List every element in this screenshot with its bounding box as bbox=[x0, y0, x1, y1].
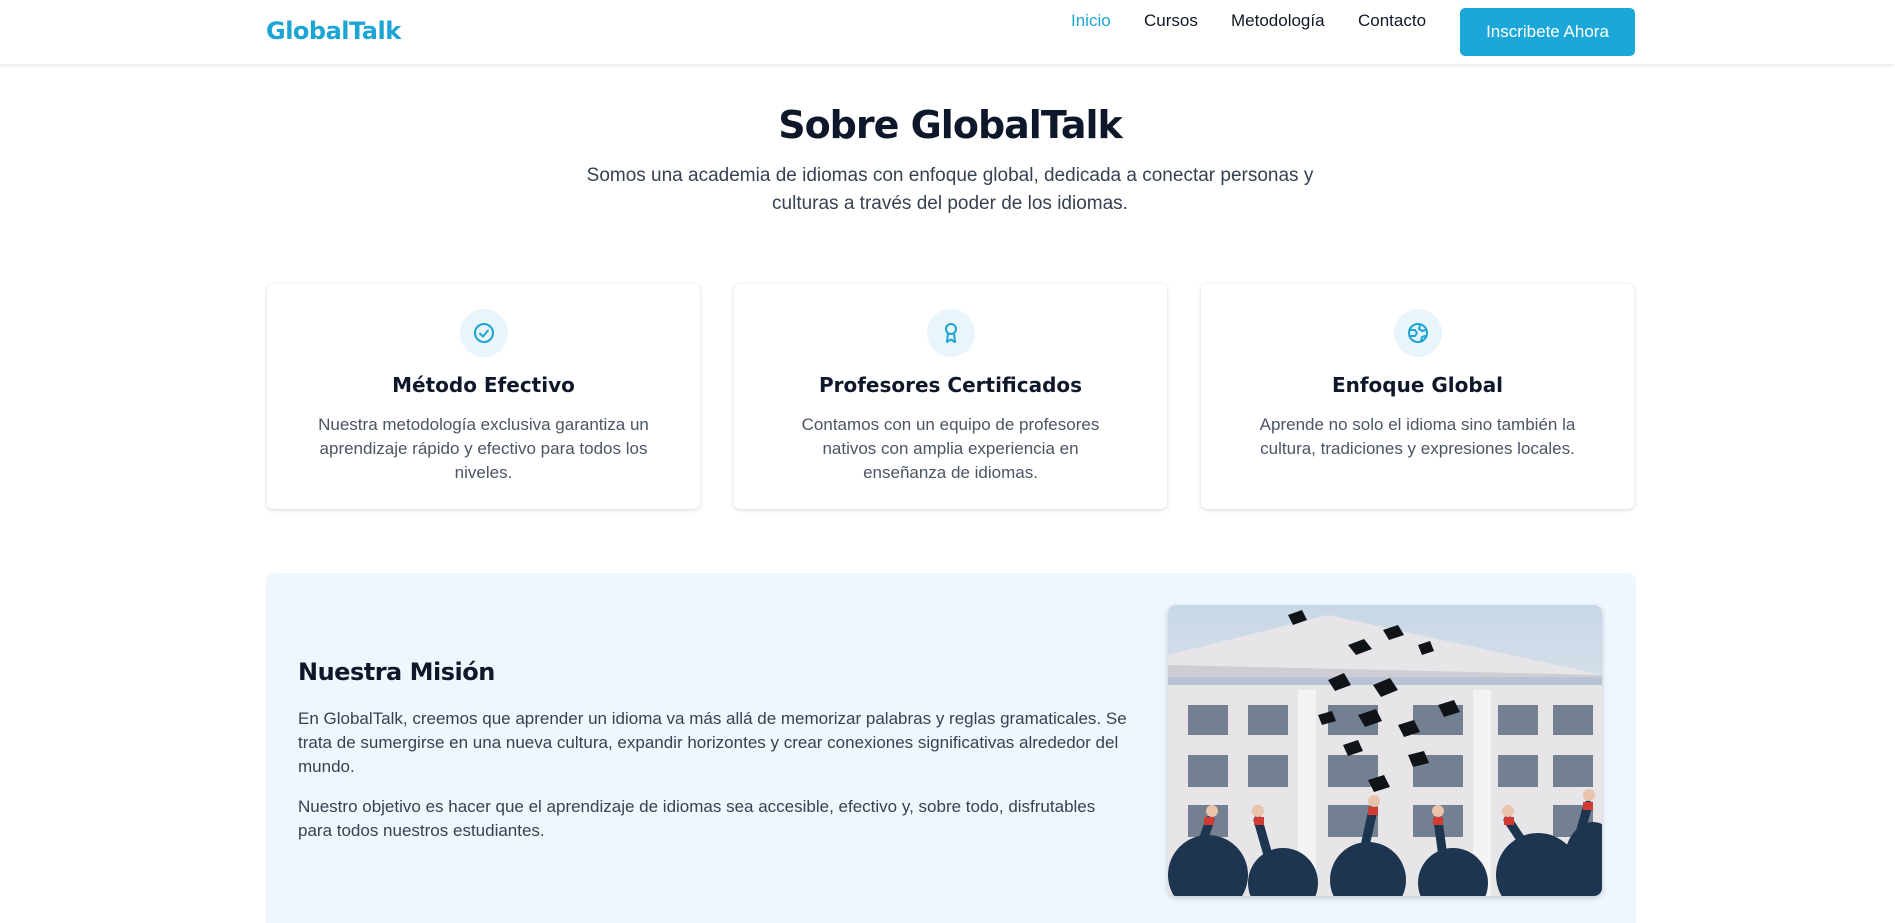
feature-text: Aprende no solo el idioma sino también l… bbox=[1259, 415, 1576, 458]
section-title: Sobre GlobalTalk bbox=[778, 103, 1123, 147]
globe-icon bbox=[1393, 309, 1442, 357]
nav-link-contacto[interactable]: Contacto bbox=[1358, 11, 1426, 31]
feature-card-enfoque: Enfoque Global Aprende no solo el idioma… bbox=[1201, 284, 1634, 509]
feature-title: Método Efectivo bbox=[392, 373, 575, 397]
mission-section: Nuestra Misión En GlobalTalk, creemos qu… bbox=[266, 573, 1636, 923]
graduation-photo bbox=[1168, 605, 1602, 896]
mission-paragraph: En GlobalTalk, creemos que aprender un i… bbox=[298, 709, 1127, 776]
feature-text: Nuestra metodología exclusiva garantiza … bbox=[318, 415, 649, 482]
check-circle-icon bbox=[459, 309, 508, 357]
feature-text: Contamos con un equipo de profesores nat… bbox=[801, 415, 1100, 482]
feature-card-profesores: Profesores Certificados Contamos con un … bbox=[734, 284, 1167, 509]
logo[interactable]: GlobalTalk bbox=[266, 17, 401, 45]
mission-paragraph: Nuestro objetivo es hacer que el aprendi… bbox=[298, 797, 1096, 840]
site-header: GlobalTalk Inicio Cursos Metodología Con… bbox=[0, 0, 1895, 64]
feature-card-metodo: Método Efectivo Nuestra metodología excl… bbox=[267, 284, 700, 509]
feature-title: Profesores Certificados bbox=[818, 373, 1083, 397]
nav-link-inicio[interactable]: Inicio bbox=[1071, 11, 1111, 31]
mission-title: Nuestra Misión bbox=[298, 658, 495, 686]
feature-title: Enfoque Global bbox=[1331, 373, 1504, 397]
section-subtitle: Somos una academia de idiomas con enfoqu… bbox=[586, 165, 1314, 214]
award-icon bbox=[926, 309, 975, 357]
nav-link-metodologia[interactable]: Metodología bbox=[1231, 11, 1325, 31]
nav-link-cursos[interactable]: Cursos bbox=[1144, 11, 1198, 31]
enroll-button[interactable]: Inscribete Ahora bbox=[1460, 8, 1635, 56]
